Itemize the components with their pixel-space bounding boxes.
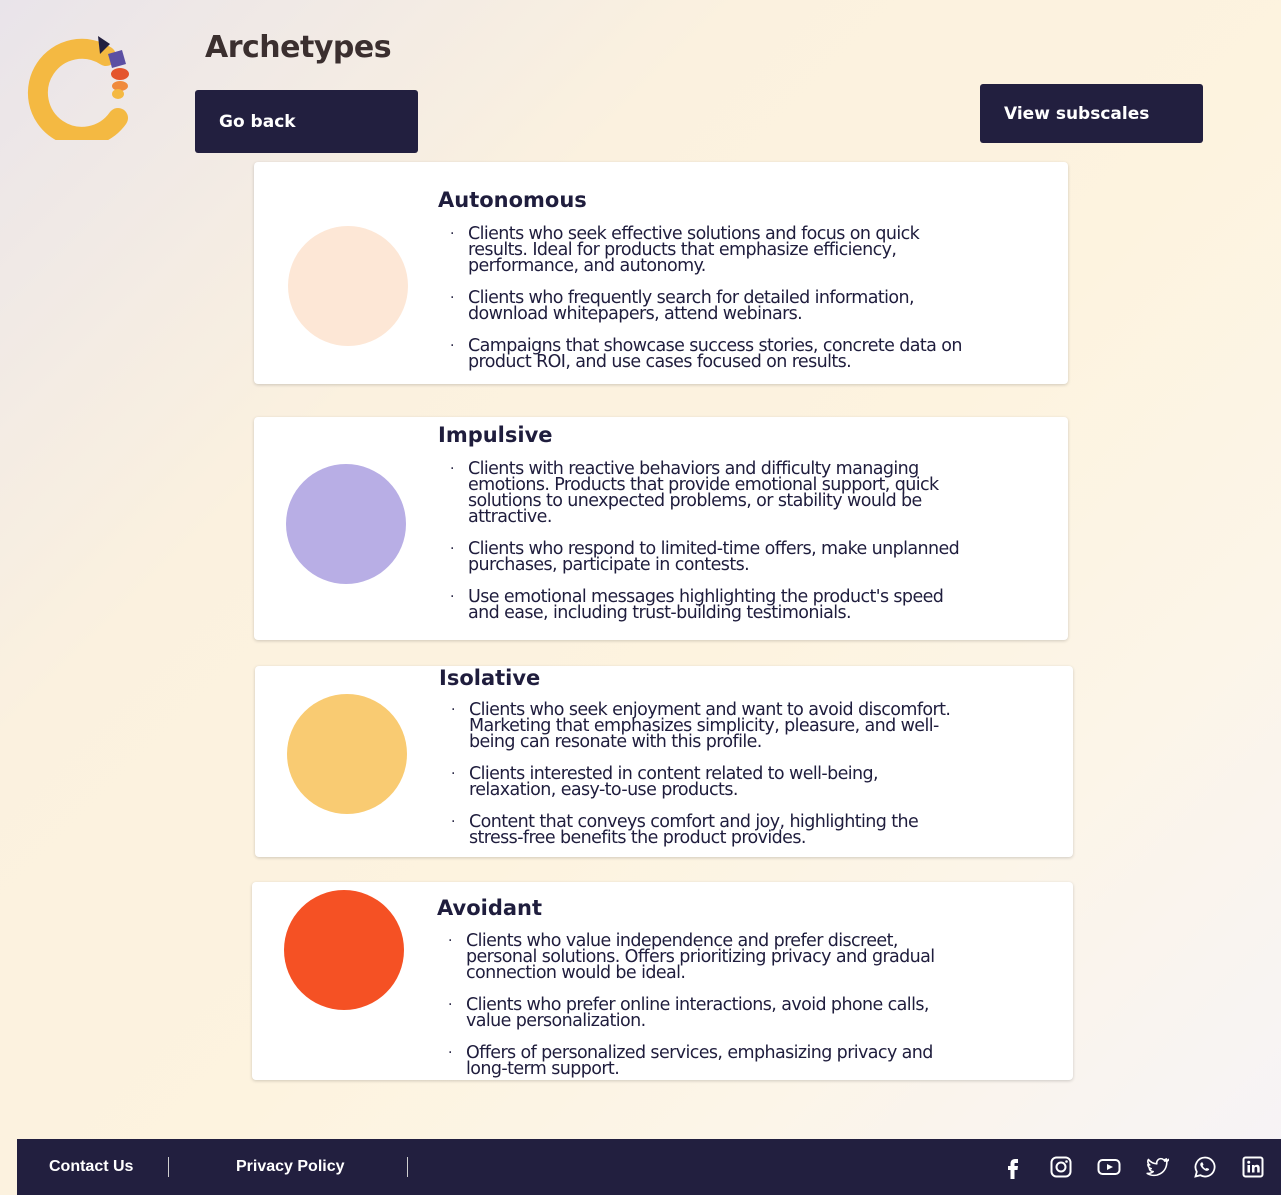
archetype-point: Clients who seek enjoyment and want to a…: [439, 701, 969, 751]
archetype-title: Isolative: [439, 666, 541, 690]
archetype-point: Clients who seek effective solutions and…: [438, 225, 968, 275]
archetype-point: Campaigns that showcase success stories,…: [438, 337, 968, 371]
privacy-policy-link[interactable]: Privacy Policy: [236, 1158, 345, 1176]
youtube-icon[interactable]: [1097, 1155, 1121, 1179]
archetype-point: Offers of personalized services, emphasi…: [436, 1044, 966, 1078]
archetype-title: Autonomous: [438, 188, 587, 212]
archetype-point: Clients who prefer online interactions, …: [436, 996, 966, 1030]
archetype-card-isolative: Isolative Clients who seek enjoyment and…: [255, 666, 1073, 857]
archetype-point: Clients interested in content related to…: [439, 765, 969, 799]
archetype-points: Clients who seek enjoyment and want to a…: [439, 701, 969, 862]
archetype-points: Clients who value independence and prefe…: [436, 932, 966, 1093]
instagram-icon[interactable]: [1049, 1155, 1073, 1179]
archetype-point: Clients with reactive behaviors and diff…: [438, 460, 968, 526]
archetype-point: Clients who frequently search for detail…: [438, 289, 968, 323]
archetype-point: Clients who value independence and prefe…: [436, 932, 966, 982]
archetype-color-dot: [286, 464, 406, 584]
footer: Contact Us Privacy Policy: [17, 1139, 1281, 1195]
facebook-icon[interactable]: [1001, 1155, 1025, 1179]
view-subscales-button[interactable]: View subscales: [980, 84, 1203, 143]
twitter-icon[interactable]: [1145, 1155, 1169, 1179]
archetype-title: Avoidant: [437, 896, 543, 920]
archetype-point: Content that conveys comfort and joy, hi…: [439, 813, 969, 847]
archetype-card-impulsive: Impulsive Clients with reactive behavior…: [254, 417, 1068, 640]
archetype-card-avoidant: Avoidant Clients who value independence …: [252, 882, 1073, 1080]
contact-us-link[interactable]: Contact Us: [49, 1158, 133, 1176]
archetype-title: Impulsive: [438, 423, 553, 447]
page-title: Archetypes: [205, 30, 392, 65]
archetype-color-dot: [288, 226, 408, 346]
logo[interactable]: [20, 30, 132, 147]
archetype-card-autonomous: Autonomous Clients who seek effective so…: [254, 162, 1068, 384]
footer-divider: [168, 1157, 169, 1177]
archetype-color-dot: [284, 890, 404, 1010]
footer-divider: [407, 1157, 408, 1177]
go-back-button[interactable]: Go back: [195, 90, 418, 153]
archetype-points: Clients with reactive behaviors and diff…: [438, 460, 968, 637]
whatsapp-icon[interactable]: [1193, 1155, 1217, 1179]
logo-mark-icon: [27, 36, 129, 147]
archetype-point: Use emotional messages highlighting the …: [438, 588, 968, 622]
archetype-points: Clients who seek effective solutions and…: [438, 225, 968, 386]
archetype-point: Clients who respond to limited-time offe…: [438, 540, 968, 574]
archetype-color-dot: [287, 694, 407, 814]
linkedin-icon[interactable]: [1241, 1155, 1265, 1179]
